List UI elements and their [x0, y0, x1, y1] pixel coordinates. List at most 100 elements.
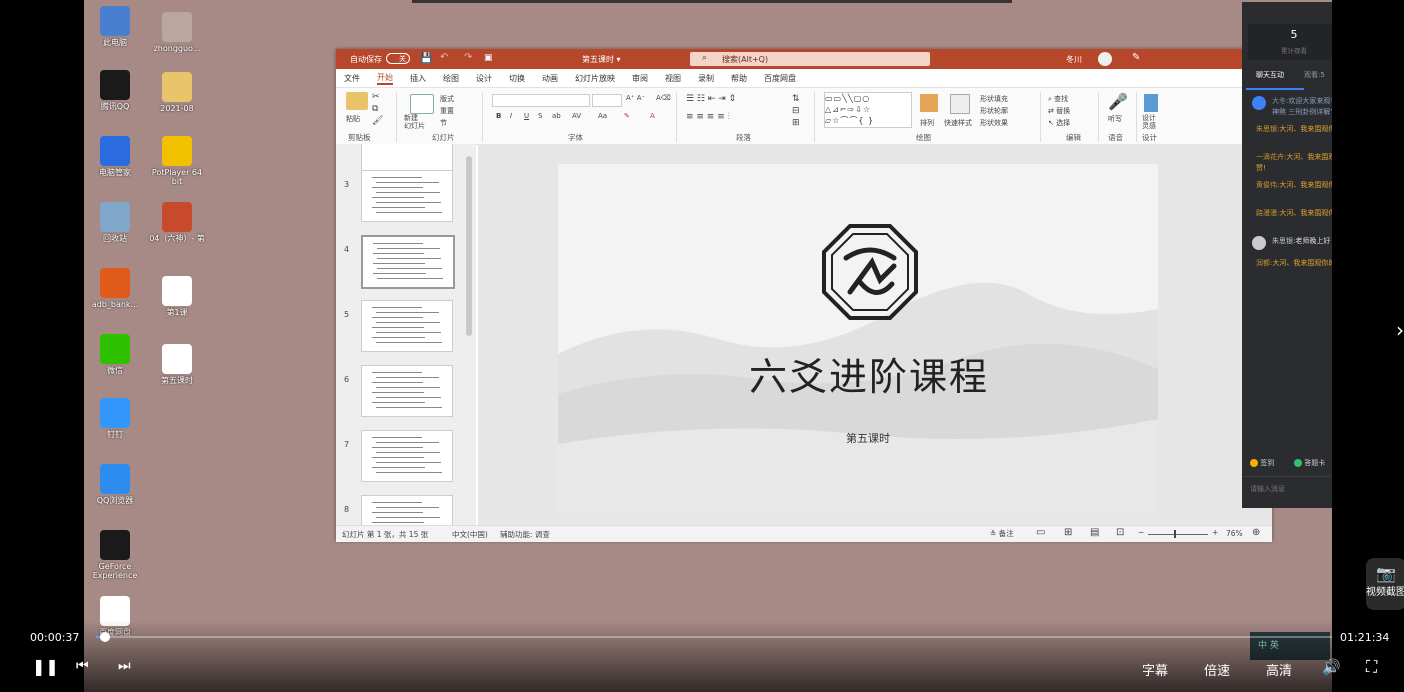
tab-12[interactable]: 百度网盘	[764, 73, 796, 84]
slide-thumbnail[interactable]	[361, 430, 453, 482]
search-box[interactable]: ⌕ 搜索(Alt+Q)	[690, 52, 930, 66]
thumbs-scrollbar[interactable]	[466, 156, 472, 336]
tab-7[interactable]: 幻灯片放映	[575, 73, 615, 84]
slide-thumbnail[interactable]	[361, 170, 453, 222]
slide-thumbnail[interactable]	[361, 235, 455, 289]
chat-tab[interactable]: 观看:5	[1304, 70, 1325, 80]
answer-card-button[interactable]: 答题卡	[1294, 458, 1325, 468]
desktop-icon[interactable]: QQ浏览器	[84, 464, 146, 505]
desktop-icon[interactable]: adb_bank...	[84, 268, 146, 309]
shape-effect-button[interactable]: 形状效果	[980, 118, 1008, 128]
screenshot-button[interactable]: 📷 视频截图	[1366, 558, 1404, 610]
undo-icon[interactable]: ↶	[440, 52, 448, 63]
desktop-icon[interactable]: GeForce Experience	[84, 530, 146, 580]
desktop-icon[interactable]: 钉钉	[84, 398, 146, 439]
font-size-box[interactable]	[592, 94, 622, 107]
bold-icon[interactable]: B	[496, 112, 501, 120]
tab-3[interactable]: 绘图	[443, 73, 459, 84]
reset-button[interactable]: 重置	[440, 106, 454, 116]
paste-icon[interactable]	[346, 92, 368, 110]
desktop-icon[interactable]: 电脑管家	[84, 136, 146, 177]
chat-tab[interactable]: 聊天互动	[1256, 70, 1284, 80]
section-button[interactable]: 节	[440, 118, 447, 128]
checkin-button[interactable]: 签到	[1250, 458, 1274, 468]
pen-icon[interactable]: ✎	[1132, 52, 1140, 63]
cut-icon[interactable]: ✂	[372, 92, 380, 102]
desktop-icon[interactable]: zhongguo...	[146, 12, 208, 53]
text-direction-icon[interactable]: ⇅	[792, 94, 800, 104]
shadow-icon[interactable]: S	[538, 112, 542, 120]
desktop-icon[interactable]: 此电脑	[84, 6, 146, 47]
tab-4[interactable]: 设计	[476, 73, 492, 84]
desktop-icon[interactable]: 第1课	[146, 276, 208, 317]
new-slide-icon[interactable]	[410, 94, 434, 114]
desktop-icon[interactable]: 2021-08	[146, 72, 208, 113]
tab-10[interactable]: 录制	[698, 73, 714, 84]
tab-6[interactable]: 动画	[542, 73, 558, 84]
desktop-icon[interactable]: 回收站	[84, 202, 146, 243]
tab-2[interactable]: 插入	[410, 73, 426, 84]
zoom-slider-thumb[interactable]	[1174, 530, 1176, 538]
font-name-box[interactable]	[492, 94, 590, 107]
reading-view-icon[interactable]: ▤	[1090, 527, 1099, 538]
shapes-gallery[interactable]: ▭▭╲╲▢○ △⊿⌐⇨⇩☆ ▱☆⌒⌒{ }	[824, 92, 912, 128]
present-icon[interactable]: ▣	[484, 53, 493, 63]
align-text-icon[interactable]: ⊟	[792, 106, 800, 116]
smartart-icon[interactable]: ⊞	[792, 118, 800, 128]
format-painter-icon[interactable]: 🖌	[372, 116, 383, 126]
font-color-icon[interactable]: A	[650, 112, 655, 120]
volume-icon[interactable]: 🔊	[1322, 658, 1341, 676]
underline-icon[interactable]: U	[524, 112, 529, 120]
replace-button[interactable]: ⇄ 替换	[1048, 106, 1070, 116]
slide-thumbnail[interactable]	[361, 300, 453, 352]
previous-icon[interactable]: ⏮	[76, 658, 89, 674]
speed-button[interactable]: 倍速	[1204, 660, 1230, 679]
shape-fill-button[interactable]: 形状填充	[980, 94, 1008, 104]
bullets-icon[interactable]: ☰ ☷ ⇤ ⇥ ⇕	[686, 94, 736, 104]
desktop-icon[interactable]: 04（六神）- 第	[146, 202, 208, 243]
zoom-level[interactable]: 76%	[1226, 529, 1243, 538]
fullscreen-icon[interactable]: ⛶	[1366, 657, 1377, 677]
designer-icon[interactable]	[1144, 94, 1158, 112]
grow-font-icon[interactable]: A⁺ A⁻	[626, 94, 645, 102]
desktop-icon[interactable]: 第五课时	[146, 344, 208, 385]
language-indicator[interactable]: 中文(中国)	[452, 529, 488, 540]
fit-slide-icon[interactable]: ⊕	[1252, 527, 1260, 538]
tab-5[interactable]: 切换	[509, 73, 525, 84]
quality-button[interactable]: 高清	[1266, 660, 1292, 679]
case-icon[interactable]: Aa	[598, 112, 607, 120]
sorter-view-icon[interactable]: ⊞	[1064, 527, 1072, 538]
align-icon[interactable]: ≡ ≡ ≡ ≡ ⫶	[686, 112, 730, 122]
redo-icon[interactable]: ↷	[464, 52, 472, 63]
slideshow-view-icon[interactable]: ⊡	[1116, 527, 1124, 538]
pause-icon[interactable]: ❚❚	[32, 657, 59, 676]
copy-icon[interactable]: ⧉	[372, 104, 378, 114]
progress-bar[interactable]	[96, 636, 1332, 638]
slide-thumbnail[interactable]	[361, 365, 453, 417]
tab-11[interactable]: 帮助	[731, 73, 747, 84]
shape-outline-button[interactable]: 形状轮廓	[980, 106, 1008, 116]
select-button[interactable]: ↖ 选择	[1048, 118, 1070, 128]
desktop-icon[interactable]: 微信	[84, 334, 146, 375]
zoom-in-icon[interactable]: +	[1212, 528, 1218, 537]
chat-input[interactable]: 请输入消息	[1250, 484, 1285, 494]
find-button[interactable]: ⌕ 查找	[1048, 94, 1068, 104]
highlight-icon[interactable]: ✎	[624, 112, 630, 120]
notes-button[interactable]: ≙ 备注	[990, 528, 1014, 539]
accessibility-indicator[interactable]: 辅助功能: 调查	[500, 529, 550, 540]
clear-format-icon[interactable]: A⌫	[656, 94, 671, 102]
slide-canvas[interactable]: 六爻进阶课程 第五课时	[558, 164, 1158, 514]
autosave-toggle[interactable]: 关	[386, 53, 410, 64]
strike-icon[interactable]: ab	[552, 112, 561, 120]
quick-styles-icon[interactable]	[950, 94, 970, 114]
save-icon[interactable]: 💾	[420, 53, 432, 64]
zoom-slider[interactable]	[1148, 534, 1208, 535]
spacing-icon[interactable]: AV	[572, 112, 581, 120]
document-title[interactable]: 第五课时 ▾	[582, 54, 621, 65]
tab-0[interactable]: 文件	[344, 73, 360, 84]
subtitles-button[interactable]: 字幕	[1142, 660, 1168, 679]
next-icon[interactable]: ⏭	[118, 658, 131, 674]
zoom-out-icon[interactable]: −	[1138, 528, 1144, 537]
desktop-icon[interactable]: 腾讯QQ	[84, 70, 146, 111]
arrange-icon[interactable]	[920, 94, 938, 112]
